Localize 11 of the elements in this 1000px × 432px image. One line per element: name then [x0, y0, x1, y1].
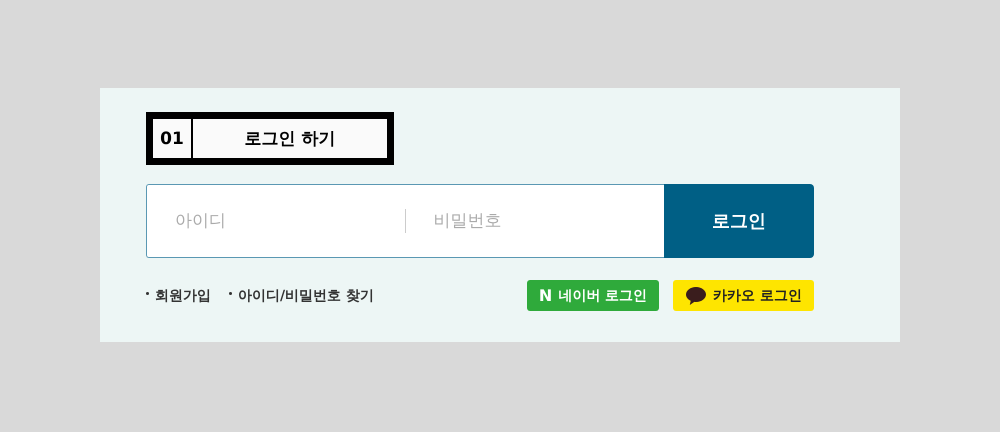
- speech-bubble-icon: [685, 286, 708, 306]
- account-link[interactable]: 아이디/비밀번호 찾기: [238, 286, 374, 304]
- kakao-login-button[interactable]: 카카오 로그인: [673, 280, 814, 311]
- bullet-icon: [229, 292, 232, 295]
- account-link[interactable]: 회원가입: [155, 286, 211, 304]
- login-button[interactable]: 로그인: [664, 184, 814, 258]
- section-title: 로그인 하기: [244, 128, 336, 151]
- bullet-icon: [146, 292, 149, 295]
- id-input-field[interactable]: 아이디: [147, 211, 406, 231]
- section-number: 01: [153, 119, 193, 158]
- password-input-field[interactable]: 비밀번호: [406, 211, 664, 231]
